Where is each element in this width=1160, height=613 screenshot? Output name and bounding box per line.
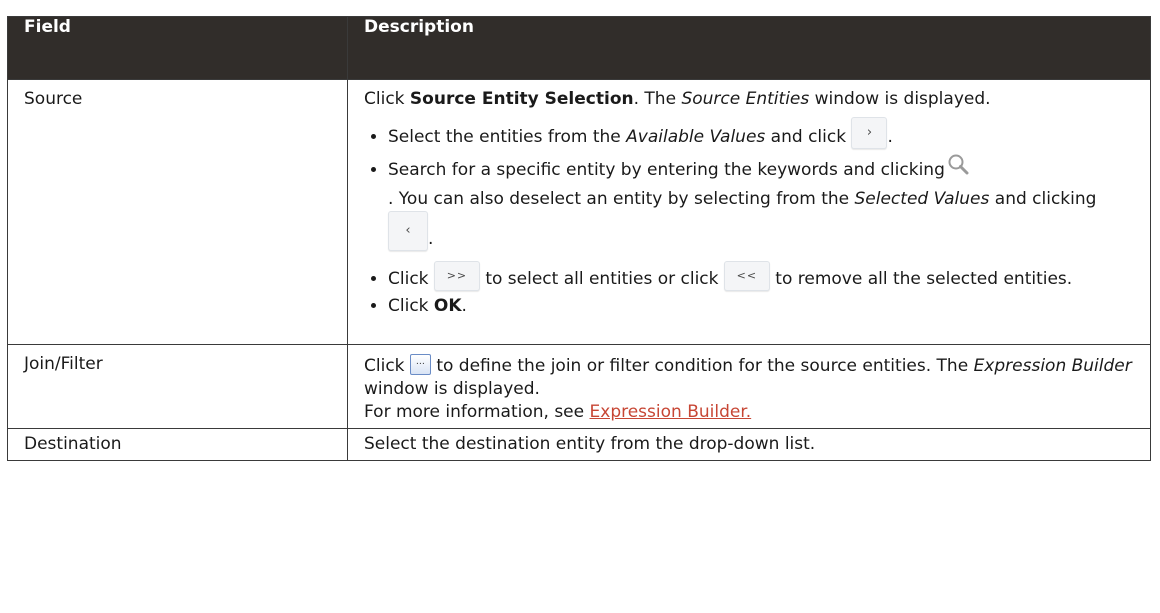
table-row: Join/Filter Click … to define the join o… [7, 344, 1151, 429]
source-steps-list: Select the entities from the Available V… [364, 117, 1134, 318]
description-cell-destination: Select the destination entity from the d… [347, 428, 1151, 461]
table-row: Source Click Source Entity Selection. Th… [7, 79, 1151, 345]
select-one-button[interactable]: › [851, 117, 888, 149]
list-item: Select the entities from the Available V… [388, 117, 1134, 149]
header-field: Field [7, 16, 348, 80]
field-cell-destination: Destination [7, 428, 348, 461]
field-cell-source: Source [7, 79, 348, 345]
description-cell-join-filter: Click … to define the join or filter con… [347, 344, 1151, 429]
expression-builder-link[interactable]: Expression Builder. [590, 402, 752, 422]
ellipsis-button[interactable]: … [409, 353, 431, 375]
deselect-all-button[interactable]: << [723, 261, 770, 291]
field-cell-join-filter: Join/Filter [7, 344, 348, 429]
source-intro: Click Source Entity Selection. The Sourc… [364, 89, 991, 109]
field-description-table: Field Description Source Click Source En… [7, 16, 1151, 461]
description-cell-source: Click Source Entity Selection. The Sourc… [347, 79, 1151, 345]
search-icon[interactable] [947, 153, 969, 182]
table-header-row: Field Description [7, 16, 1151, 80]
list-item: Click OK. [388, 295, 1134, 318]
list-item: Search for a specific entity by entering… [388, 154, 1134, 251]
table-row: Destination Select the destination entit… [7, 428, 1151, 461]
deselect-one-button[interactable]: ‹ [388, 211, 428, 251]
list-item: Click >> to select all entities or click… [388, 261, 1134, 291]
select-all-button[interactable]: >> [433, 261, 480, 291]
header-description: Description [347, 16, 1151, 80]
